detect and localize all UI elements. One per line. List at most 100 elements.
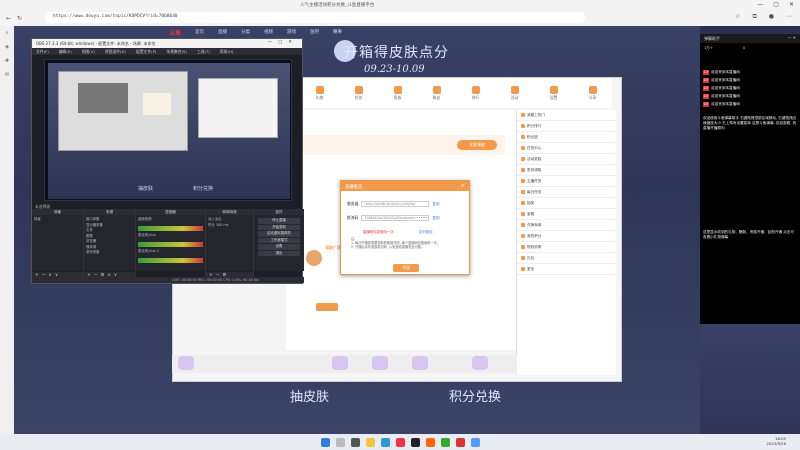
menu-item[interactable]: 停靠部件(D)	[105, 49, 126, 54]
draw-skin-label[interactable]: 抽皮肤	[290, 386, 329, 405]
address-bar[interactable]: https://www.douyu.com/topic/KOPDCV?rid=7…	[45, 12, 585, 23]
minimize-icon[interactable]: —	[757, 1, 763, 8]
explorer-icon[interactable]	[365, 437, 375, 447]
settings-button[interactable]: 设置	[258, 244, 300, 250]
nav-item[interactable]: 视频	[264, 29, 273, 35]
list-item[interactable]: 规则说明	[517, 242, 616, 253]
list-item[interactable]: 主播任务	[517, 176, 616, 187]
task-view-icon[interactable]	[350, 437, 360, 447]
stream-key-field[interactable]: 7068640rAi3hG0Zp0?wsSecret=•••••••	[361, 215, 430, 221]
favorite-icon[interactable]: ☆	[735, 13, 740, 21]
menu-icon[interactable]: ⋯	[786, 13, 792, 21]
menu-item[interactable]: 编辑(E)	[59, 49, 72, 54]
character-icon[interactable]	[372, 356, 388, 370]
close-icon[interactable]: ✕	[789, 1, 794, 8]
start-recording-button[interactable]: 开始录制	[258, 224, 300, 230]
edge-icon[interactable]	[380, 437, 390, 447]
copy-server-button[interactable]: 复制	[432, 202, 439, 207]
tab-title[interactable]: 人气主播活动积分兑换_斗鱼直播平台	[300, 2, 374, 8]
gift-icon[interactable]: 礼物	[315, 85, 324, 101]
noble-icon[interactable]: 贵族	[393, 85, 402, 101]
avatar[interactable]	[306, 250, 322, 266]
start-icon[interactable]	[320, 437, 330, 447]
fans-icon[interactable]: 粉丝	[432, 85, 441, 101]
app-icon[interactable]	[470, 437, 480, 447]
douyu-icon[interactable]	[425, 437, 435, 447]
list-item[interactable]: 每日任务	[517, 187, 616, 198]
help-link[interactable]: 如何使用	[419, 229, 433, 234]
menu-item[interactable]: 场景集合(S)	[166, 49, 187, 54]
site-logo[interactable]: 斗鱼	[169, 28, 181, 37]
obs-icon[interactable]	[410, 437, 420, 447]
list-item[interactable]: 更多	[517, 264, 616, 275]
virtual-camera-button[interactable]: 启动虚拟摄像机	[258, 231, 300, 237]
obs-title: OBS 27.2.3 (64-bit, windows) - 配置文件: 未命名…	[36, 41, 156, 46]
menu-item[interactable]: 帮助(H)	[220, 49, 233, 54]
search-icon[interactable]	[335, 437, 345, 447]
studio-mode-button[interactable]: 工作室模式	[258, 237, 300, 243]
volume-meter[interactable]	[138, 225, 203, 231]
claim-button[interactable]: 立即领取	[457, 140, 497, 150]
character-icon[interactable]	[332, 356, 348, 370]
profile-icon[interactable]: ●	[769, 13, 774, 21]
copilot-icon[interactable]: ◈	[5, 44, 9, 50]
list-item[interactable]: 我要上热门	[517, 110, 616, 121]
share-icon[interactable]: 分享	[588, 85, 597, 101]
character-icon[interactable]	[178, 356, 194, 370]
action-button[interactable]	[316, 303, 338, 311]
close-icon[interactable]: ✕	[461, 183, 465, 189]
search-icon[interactable]: ⌕	[6, 30, 9, 36]
close-dialog-button[interactable]: 关闭	[393, 264, 419, 272]
extensions-icon[interactable]: ⧉	[752, 13, 756, 21]
nav-item[interactable]: 首页	[195, 29, 204, 35]
app-icon[interactable]	[395, 437, 405, 447]
list-item[interactable]: 粉丝团	[517, 132, 616, 143]
exit-button[interactable]: 退出	[258, 250, 300, 256]
nav-item[interactable]: 直播	[218, 29, 227, 35]
list-item[interactable]: 活动奖励	[517, 154, 616, 165]
refresh-icon[interactable]: ↻	[17, 15, 22, 22]
wechat-icon[interactable]	[440, 437, 450, 447]
transition-duration[interactable]: 时长 300 ms	[208, 223, 251, 229]
obs-preview[interactable]: 抽皮肤 积分兑换	[44, 59, 292, 201]
list-item[interactable]: 签到领取	[517, 165, 616, 176]
character-icon[interactable]	[472, 356, 488, 370]
menu-item[interactable]: 视图(V)	[82, 49, 95, 54]
list-item[interactable]: 任务中心	[517, 143, 616, 154]
back-icon[interactable]: ←	[6, 15, 11, 22]
activity-icon[interactable]: 活动	[510, 85, 519, 101]
stop-stream-button[interactable]: 停止直播	[258, 218, 300, 224]
nav-item[interactable]: 游戏	[287, 29, 296, 35]
list-item[interactable]: 我的积分	[517, 231, 616, 242]
rank-icon[interactable]: 排行	[471, 85, 480, 101]
clock[interactable]: 16:05 2023/9/26	[767, 436, 786, 446]
tools-icon[interactable]: ✚	[5, 58, 9, 64]
copy-key-button[interactable]: 复制	[432, 216, 439, 221]
menu-item[interactable]: 工具(T)	[197, 49, 210, 54]
maximize-icon[interactable]: ▢	[773, 1, 779, 8]
close-icon[interactable]: — ✕	[787, 35, 796, 40]
source-item[interactable]: 游戏采集	[86, 250, 133, 256]
points-exchange-label[interactable]: 积分兑换	[449, 386, 501, 405]
character-strip	[172, 355, 517, 373]
list-item[interactable]: 抽奖	[517, 198, 616, 209]
list-item[interactable]: 积分排行	[517, 121, 616, 132]
settings-icon[interactable]: 设置	[549, 85, 558, 101]
menu-item[interactable]: 配置文件(P)	[136, 49, 156, 54]
list-item[interactable]: 礼包	[517, 253, 616, 264]
task-icon[interactable]: 任务	[354, 85, 363, 101]
volume-meter[interactable]	[138, 257, 203, 263]
obs-window-controls[interactable]: —▢✕	[267, 40, 298, 45]
nav-item[interactable]: 分类	[241, 29, 250, 35]
scene-item[interactable]: 场景	[34, 217, 81, 223]
character-icon[interactable]	[412, 356, 428, 370]
outlook-icon[interactable]: ✉	[5, 72, 9, 78]
list-item[interactable]: 宝箱	[517, 209, 616, 220]
list-item[interactable]: 兑换商城	[517, 220, 616, 231]
volume-meter[interactable]	[138, 241, 203, 247]
server-field[interactable]: rtmp://sendtc3a.douyu.com/live	[361, 201, 430, 207]
nav-item[interactable]: 赛事	[333, 29, 342, 35]
menu-item[interactable]: 文件(F)	[36, 49, 49, 54]
app-icon[interactable]	[455, 437, 465, 447]
nav-item[interactable]: 鱼吧	[310, 29, 319, 35]
